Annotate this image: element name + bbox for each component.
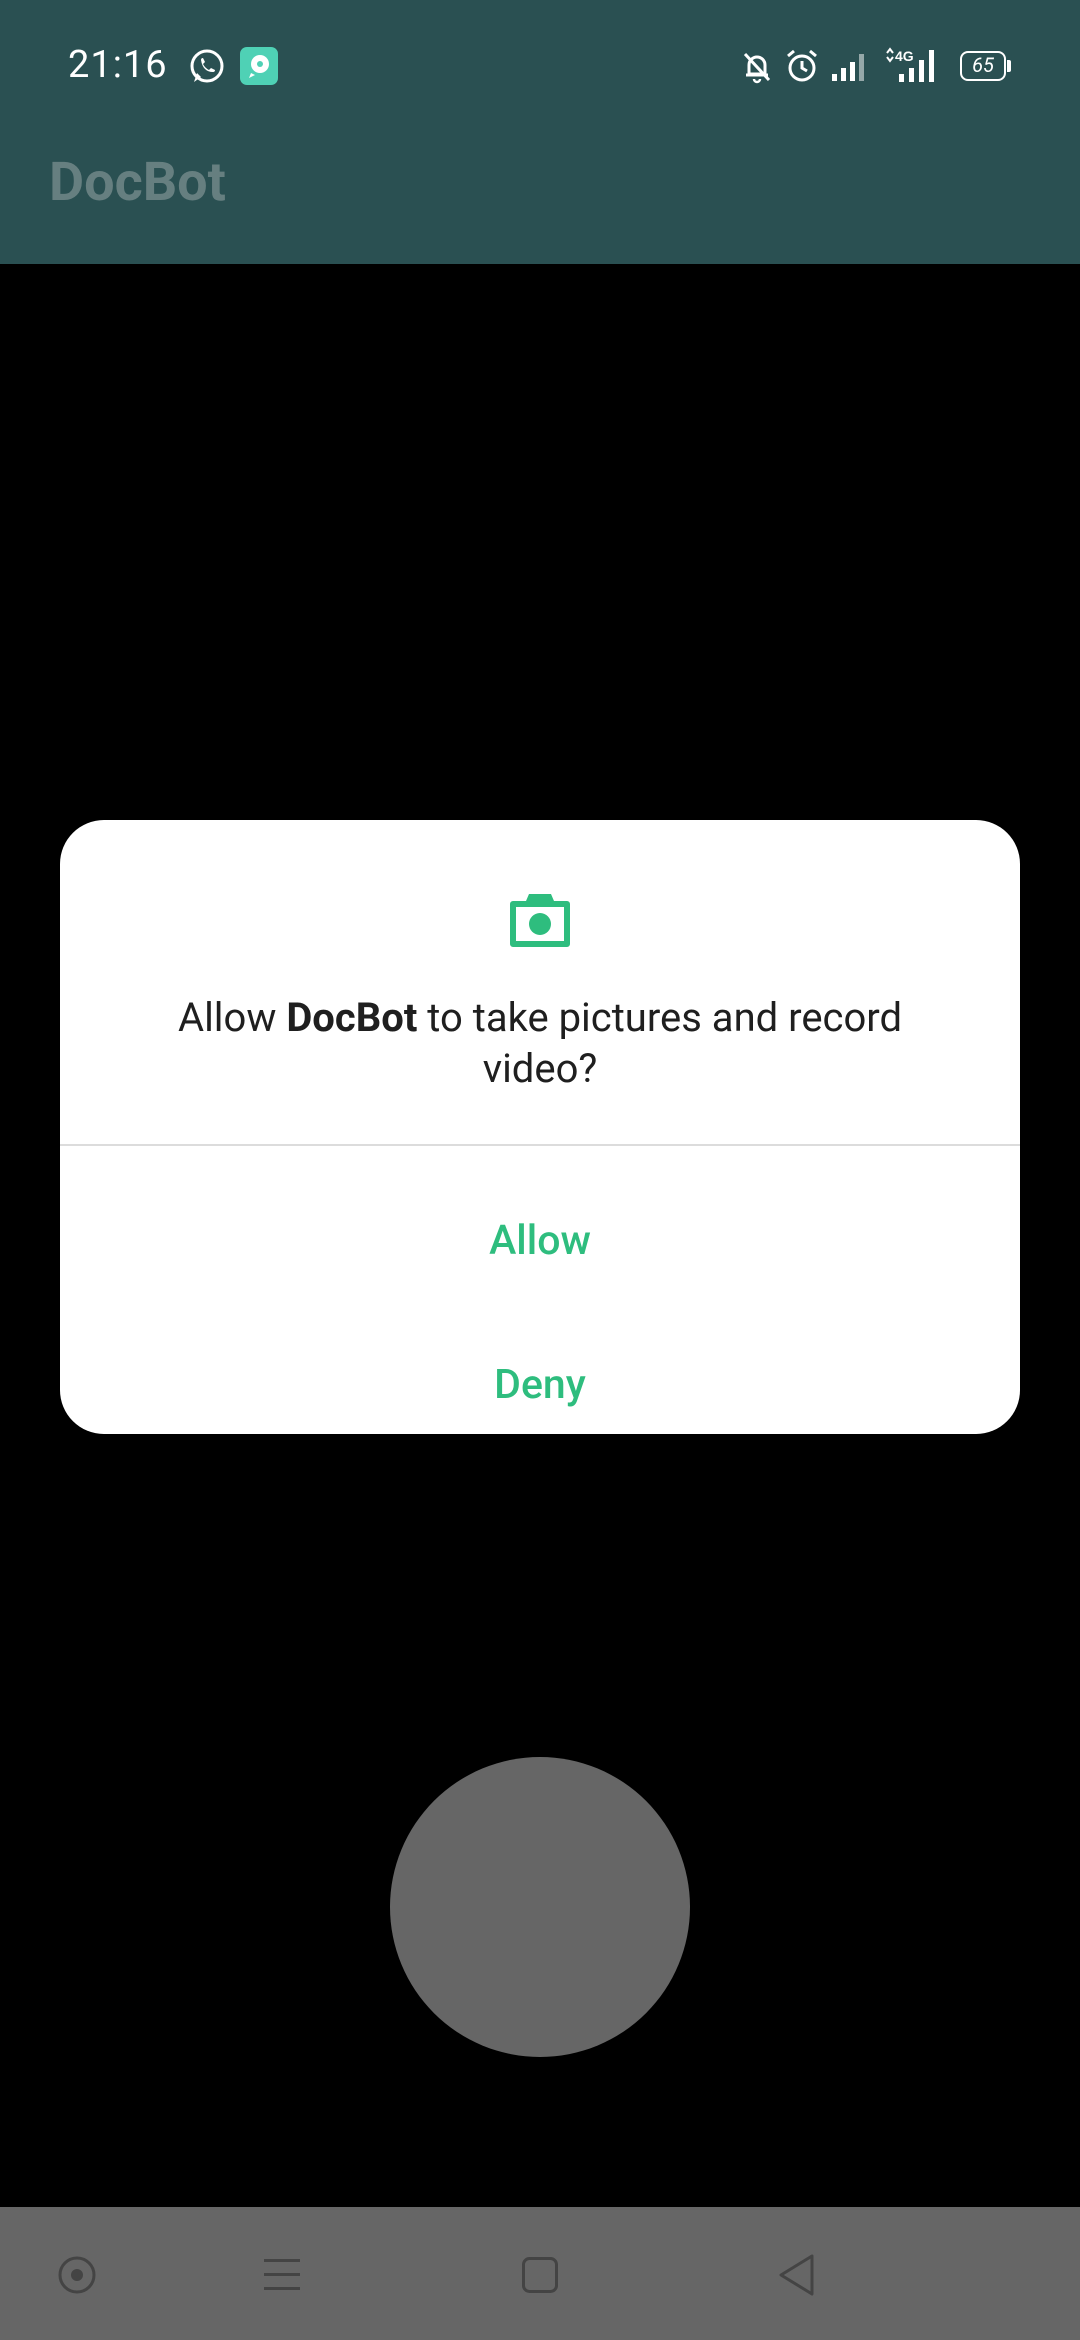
camera-icon	[510, 894, 570, 947]
capture-button[interactable]	[390, 1757, 690, 2057]
message-prefix: Allow	[177, 994, 287, 1041]
battery-icon: 65	[960, 51, 1006, 81]
home-icon[interactable]	[521, 2256, 559, 2294]
battery-tip	[1007, 60, 1011, 72]
whatsapp-icon	[190, 49, 224, 83]
status-time: 21:16	[68, 43, 168, 87]
battery-level: 65	[972, 53, 994, 77]
back-icon[interactable]	[776, 2253, 816, 2297]
alarm-icon	[787, 49, 817, 82]
status-bar: 21:16 4G 65	[0, 0, 1080, 132]
notification-app-icon	[240, 47, 278, 85]
app-title: DocBot	[49, 151, 226, 214]
assistant-icon[interactable]	[57, 2255, 97, 2295]
deny-button[interactable]: Deny	[60, 1330, 1020, 1434]
network-type-label: 4G	[895, 48, 914, 64]
mobile-data-signal-icon: 4G	[886, 47, 934, 82]
permission-dialog: Allow DocBot to take pictures and record…	[60, 820, 1020, 1434]
bell-off-icon	[743, 52, 771, 84]
menu-icon[interactable]	[262, 2257, 302, 2293]
dialog-divider	[60, 1144, 1020, 1146]
signal-icon	[832, 54, 864, 81]
navigation-bar	[0, 2207, 1080, 2340]
message-app-name: DocBot	[286, 994, 418, 1041]
allow-button[interactable]: Allow	[60, 1186, 1020, 1296]
message-suffix: to take pictures and record video?	[417, 994, 903, 1092]
dialog-message: Allow DocBot to take pictures and record…	[120, 992, 960, 1094]
